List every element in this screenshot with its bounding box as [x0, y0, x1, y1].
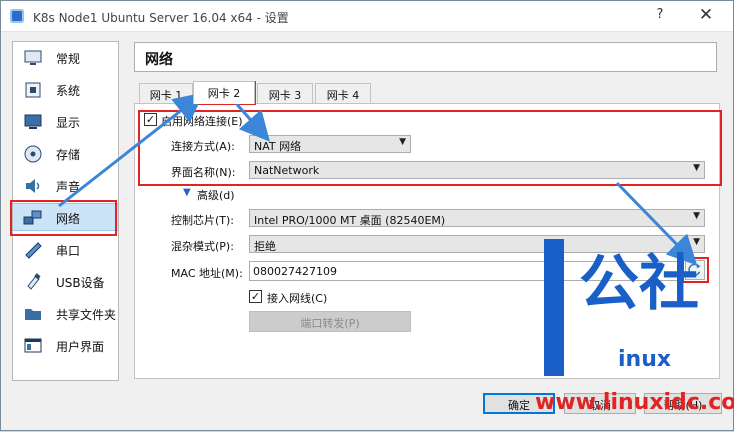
- tab-adapter-1[interactable]: 网卡 1: [139, 83, 193, 104]
- sidebar-item-label: 用户界面: [56, 340, 105, 354]
- sidebar-item-shared-folders[interactable]: 共享文件夹: [13, 300, 118, 328]
- sidebar-item-system[interactable]: 系统: [13, 76, 118, 104]
- interface-name-combo[interactable]: NatNetwork ▼: [249, 161, 705, 179]
- adapter-type-value: Intel PRO/1000 MT 桌面 (82540EM): [254, 214, 446, 227]
- advanced-expander-icon[interactable]: ▼: [183, 187, 191, 198]
- sidebar-item-label: 系统: [56, 84, 81, 98]
- sidebar-item-storage[interactable]: 存储: [13, 140, 118, 168]
- speaker-icon: [26, 179, 40, 193]
- sidebar-item-label: 存储: [56, 148, 81, 162]
- sidebar-item-label: 网络: [56, 212, 81, 226]
- help-title-button[interactable]: ?: [652, 7, 668, 22]
- network-icon: [23, 210, 42, 225]
- dropdown-arrow-icon: ▼: [399, 137, 406, 147]
- page-title: 网络: [134, 42, 717, 72]
- tab-adapter-4[interactable]: 网卡 4: [315, 83, 371, 104]
- attached-to-label: 连接方式(A):: [171, 140, 235, 153]
- sidebar-item-display[interactable]: 显示: [13, 108, 118, 136]
- sidebar-item-general[interactable]: 常规: [13, 44, 118, 72]
- sidebar-item-user-interface[interactable]: 用户界面: [13, 332, 118, 360]
- sidebar-item-label: USB设备: [56, 276, 105, 290]
- disk-icon: [24, 145, 42, 163]
- watermark-logo-bar: [544, 239, 564, 376]
- settings-sidebar: 常规 系统 显示 存储 声音 网络 串口 USB设备 共享文件夹 用户界面: [12, 41, 119, 381]
- adapter-type-label: 控制芯片(T):: [171, 214, 235, 227]
- adapter-type-combo[interactable]: Intel PRO/1000 MT 桌面 (82540EM) ▼: [249, 209, 705, 227]
- settings-dialog: K8s Node1 Ubuntu Server 16.04 x64 - 设置 ?…: [0, 0, 734, 431]
- attached-to-combo[interactable]: NAT 网络 ▼: [249, 135, 411, 153]
- dropdown-arrow-icon: ▼: [693, 211, 700, 221]
- sidebar-item-network[interactable]: 网络: [13, 203, 118, 231]
- cable-connected-label: 接入网线(C): [267, 292, 328, 305]
- sidebar-item-serial-ports[interactable]: 串口: [13, 236, 118, 264]
- sidebar-item-audio[interactable]: 声音: [13, 172, 118, 200]
- sidebar-item-label: 声音: [56, 180, 81, 194]
- chip-icon: [25, 82, 41, 98]
- serial-port-icon: [25, 242, 42, 259]
- display-icon: [24, 114, 42, 129]
- watermark-url: www.linuxidc.com: [535, 390, 734, 415]
- sidebar-item-label: 串口: [56, 244, 81, 258]
- dropdown-arrow-icon: ▼: [693, 163, 700, 173]
- sidebar-item-usb[interactable]: USB设备: [13, 268, 118, 296]
- interface-name-value: NatNetwork: [254, 164, 320, 177]
- promiscuous-mode-value: 拒绝: [254, 240, 276, 253]
- sidebar-item-label: 常规: [56, 52, 81, 66]
- watermark-logo-text: 公社: [579, 249, 699, 319]
- tab-adapter-3[interactable]: 网卡 3: [257, 83, 313, 104]
- sidebar-item-label: 显示: [56, 116, 81, 130]
- title-bar: K8s Node1 Ubuntu Server 16.04 x64 - 设置 ?…: [1, 1, 733, 32]
- monitor-icon: [24, 50, 42, 65]
- window-title: K8s Node1 Ubuntu Server 16.04 x64 - 设置: [33, 11, 289, 25]
- interface-name-label: 界面名称(N):: [171, 166, 236, 179]
- folder-icon: [25, 309, 41, 320]
- sidebar-item-label: 共享文件夹: [56, 308, 117, 322]
- close-button[interactable]: ✕: [697, 5, 715, 25]
- watermark-inux-text: inux: [618, 347, 672, 372]
- enable-network-checkbox[interactable]: ✓: [144, 113, 157, 126]
- mac-address-label: MAC 地址(M):: [171, 267, 243, 280]
- virtualbox-app-icon: [10, 9, 24, 23]
- window-icon: [24, 338, 42, 353]
- promiscuous-mode-label: 混杂模式(P):: [171, 240, 234, 253]
- enable-network-label: 启用网络连接(E): [161, 115, 243, 128]
- usb-icon: [27, 273, 41, 290]
- attached-to-value: NAT 网络: [254, 140, 302, 153]
- port-forwarding-button[interactable]: 端口转发(P): [249, 311, 411, 332]
- tab-adapter-2[interactable]: 网卡 2: [193, 81, 255, 104]
- advanced-label[interactable]: 高级(d): [197, 187, 235, 203]
- cable-connected-checkbox[interactable]: ✓: [249, 290, 262, 303]
